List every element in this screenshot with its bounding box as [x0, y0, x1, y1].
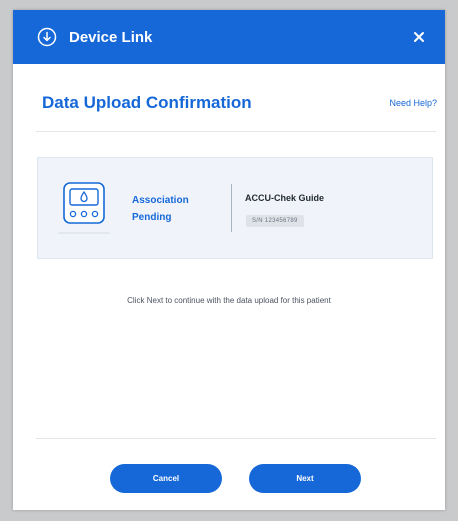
association-status: Association Pending — [132, 195, 189, 223]
device-link-dialog: Device Link Data Upload Confirmation Nee… — [13, 10, 445, 510]
instruction-text: Click Next to continue with the data upl… — [127, 296, 331, 305]
cancel-button[interactable]: Cancel — [110, 464, 222, 493]
device-card: Association Pending ACCU-Chek Guide S/N … — [37, 157, 433, 259]
need-help-link[interactable]: Need Help? — [389, 98, 437, 108]
close-icon — [414, 32, 424, 42]
header-divider — [36, 131, 436, 132]
close-button[interactable] — [407, 25, 431, 49]
dialog-titlebar: Device Link — [13, 10, 445, 64]
footer-divider — [36, 438, 436, 439]
page-title: Data Upload Confirmation — [42, 93, 252, 112]
card-separator — [231, 184, 232, 232]
dialog-title: Device Link — [69, 28, 153, 46]
serial-number-badge: S/N 123456789 — [246, 215, 304, 227]
device-name: ACCU-Chek Guide — [245, 193, 325, 203]
page-header: Data Upload Confirmation Need Help? — [42, 93, 437, 113]
download-circle-icon — [36, 26, 58, 48]
glucose-meter-icon — [58, 181, 110, 243]
next-button[interactable]: Next — [249, 464, 361, 493]
